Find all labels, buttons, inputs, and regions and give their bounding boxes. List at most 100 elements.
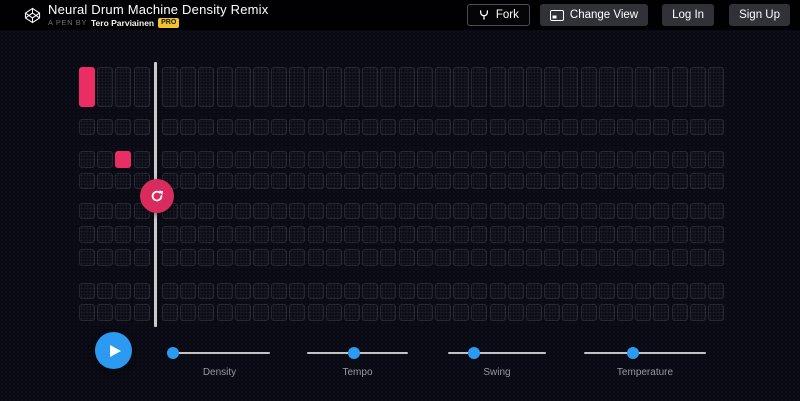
grid-cell-crash-step-3[interactable]: [115, 283, 131, 299]
grid-cell-high-tom-step-17[interactable]: [380, 249, 396, 266]
grid-cell-hihat-closed-step-22[interactable]: [471, 151, 487, 168]
grid-cell-hihat-open-step-16[interactable]: [362, 173, 378, 189]
grid-cell-mid-tom-step-14[interactable]: [326, 226, 342, 243]
grid-cell-low-tom-step-17[interactable]: [380, 203, 396, 219]
grid-cell-snare-step-2[interactable]: [97, 119, 113, 135]
grid-cell-hihat-closed-step-11[interactable]: [271, 151, 287, 168]
grid-cell-snare-step-26[interactable]: [544, 119, 560, 135]
grid-cell-ride-step-12[interactable]: [289, 304, 305, 321]
grid-cell-kick-step-18[interactable]: [399, 67, 415, 107]
grid-cell-high-tom-step-1[interactable]: [79, 249, 95, 266]
grid-cell-low-tom-step-3[interactable]: [115, 203, 131, 219]
grid-cell-crash-step-19[interactable]: [417, 283, 433, 299]
grid-cell-hihat-closed-step-13[interactable]: [308, 151, 324, 168]
grid-cell-kick-step-23[interactable]: [490, 67, 506, 107]
grid-cell-high-tom-step-5[interactable]: [162, 249, 178, 266]
grid-cell-mid-tom-step-30[interactable]: [617, 226, 633, 243]
grid-cell-high-tom-step-16[interactable]: [362, 249, 378, 266]
grid-cell-hihat-open-step-14[interactable]: [326, 173, 342, 189]
grid-cell-crash-step-6[interactable]: [180, 283, 196, 299]
grid-cell-hihat-open-step-19[interactable]: [417, 173, 433, 189]
grid-cell-kick-step-33[interactable]: [672, 67, 688, 107]
grid-cell-high-tom-step-7[interactable]: [198, 249, 214, 266]
grid-cell-low-tom-step-11[interactable]: [271, 203, 287, 219]
grid-cell-snare-step-18[interactable]: [399, 119, 415, 135]
grid-cell-hihat-open-step-7[interactable]: [198, 173, 214, 189]
grid-cell-low-tom-step-18[interactable]: [399, 203, 415, 219]
change-view-button[interactable]: Change View: [540, 4, 648, 26]
grid-cell-high-tom-step-28[interactable]: [581, 249, 597, 266]
grid-cell-mid-tom-step-17[interactable]: [380, 226, 396, 243]
temperature-slider-track[interactable]: [584, 352, 706, 354]
grid-cell-high-tom-step-10[interactable]: [253, 249, 269, 266]
grid-cell-hihat-open-step-13[interactable]: [308, 173, 324, 189]
grid-cell-ride-step-34[interactable]: [690, 304, 706, 321]
grid-cell-high-tom-step-27[interactable]: [562, 249, 578, 266]
grid-cell-ride-step-11[interactable]: [271, 304, 287, 321]
grid-cell-hihat-closed-step-19[interactable]: [417, 151, 433, 168]
grid-cell-ride-step-22[interactable]: [471, 304, 487, 321]
grid-cell-mid-tom-step-32[interactable]: [653, 226, 669, 243]
grid-cell-low-tom-step-31[interactable]: [635, 203, 651, 219]
grid-cell-high-tom-step-26[interactable]: [544, 249, 560, 266]
grid-cell-mid-tom-step-3[interactable]: [115, 226, 131, 243]
grid-cell-snare-step-29[interactable]: [599, 119, 615, 135]
grid-cell-low-tom-step-9[interactable]: [235, 203, 251, 219]
grid-cell-hihat-open-step-30[interactable]: [617, 173, 633, 189]
grid-cell-kick-step-6[interactable]: [180, 67, 196, 107]
grid-cell-hihat-closed-step-1[interactable]: [79, 151, 95, 168]
grid-cell-mid-tom-step-8[interactable]: [217, 226, 233, 243]
grid-cell-kick-step-34[interactable]: [690, 67, 706, 107]
grid-cell-low-tom-step-10[interactable]: [253, 203, 269, 219]
grid-cell-hihat-closed-step-30[interactable]: [617, 151, 633, 168]
density-slider-thumb[interactable]: [167, 347, 179, 359]
grid-cell-ride-step-10[interactable]: [253, 304, 269, 321]
grid-cell-crash-step-27[interactable]: [562, 283, 578, 299]
grid-cell-mid-tom-step-10[interactable]: [253, 226, 269, 243]
grid-cell-hihat-open-step-26[interactable]: [544, 173, 560, 189]
grid-cell-hihat-open-step-32[interactable]: [653, 173, 669, 189]
grid-cell-mid-tom-step-20[interactable]: [435, 226, 451, 243]
grid-cell-kick-step-26[interactable]: [544, 67, 560, 107]
grid-cell-hihat-closed-step-23[interactable]: [490, 151, 506, 168]
grid-cell-mid-tom-step-31[interactable]: [635, 226, 651, 243]
grid-cell-ride-step-15[interactable]: [344, 304, 360, 321]
grid-cell-hihat-open-step-6[interactable]: [180, 173, 196, 189]
grid-cell-low-tom-step-13[interactable]: [308, 203, 324, 219]
grid-cell-ride-step-2[interactable]: [97, 304, 113, 321]
grid-cell-snare-step-11[interactable]: [271, 119, 287, 135]
grid-cell-hihat-closed-step-5[interactable]: [162, 151, 178, 168]
grid-cell-low-tom-step-19[interactable]: [417, 203, 433, 219]
grid-cell-hihat-open-step-22[interactable]: [471, 173, 487, 189]
grid-cell-kick-step-5[interactable]: [162, 67, 178, 107]
grid-cell-snare-step-17[interactable]: [380, 119, 396, 135]
grid-cell-snare-step-3[interactable]: [115, 119, 131, 135]
grid-cell-hihat-closed-step-35[interactable]: [708, 151, 724, 168]
grid-cell-ride-step-7[interactable]: [198, 304, 214, 321]
grid-cell-hihat-open-step-15[interactable]: [344, 173, 360, 189]
grid-cell-hihat-closed-step-10[interactable]: [253, 151, 269, 168]
grid-cell-mid-tom-step-7[interactable]: [198, 226, 214, 243]
grid-cell-hihat-closed-step-32[interactable]: [653, 151, 669, 168]
grid-cell-ride-step-1[interactable]: [79, 304, 95, 321]
grid-cell-high-tom-step-20[interactable]: [435, 249, 451, 266]
grid-cell-snare-step-20[interactable]: [435, 119, 451, 135]
grid-cell-kick-step-35[interactable]: [708, 67, 724, 107]
grid-cell-mid-tom-step-21[interactable]: [453, 226, 469, 243]
grid-cell-mid-tom-step-23[interactable]: [490, 226, 506, 243]
grid-cell-hihat-closed-step-18[interactable]: [399, 151, 415, 168]
grid-cell-ride-step-5[interactable]: [162, 304, 178, 321]
grid-cell-high-tom-step-3[interactable]: [115, 249, 131, 266]
grid-cell-hihat-open-step-33[interactable]: [672, 173, 688, 189]
grid-cell-low-tom-step-7[interactable]: [198, 203, 214, 219]
grid-cell-kick-step-28[interactable]: [581, 67, 597, 107]
grid-cell-high-tom-step-35[interactable]: [708, 249, 724, 266]
grid-cell-hihat-open-step-1[interactable]: [79, 173, 95, 189]
grid-cell-mid-tom-step-34[interactable]: [690, 226, 706, 243]
grid-cell-mid-tom-step-19[interactable]: [417, 226, 433, 243]
grid-cell-snare-step-7[interactable]: [198, 119, 214, 135]
grid-cell-kick-step-30[interactable]: [617, 67, 633, 107]
grid-cell-snare-step-28[interactable]: [581, 119, 597, 135]
grid-cell-hihat-open-step-17[interactable]: [380, 173, 396, 189]
grid-cell-kick-step-21[interactable]: [453, 67, 469, 107]
